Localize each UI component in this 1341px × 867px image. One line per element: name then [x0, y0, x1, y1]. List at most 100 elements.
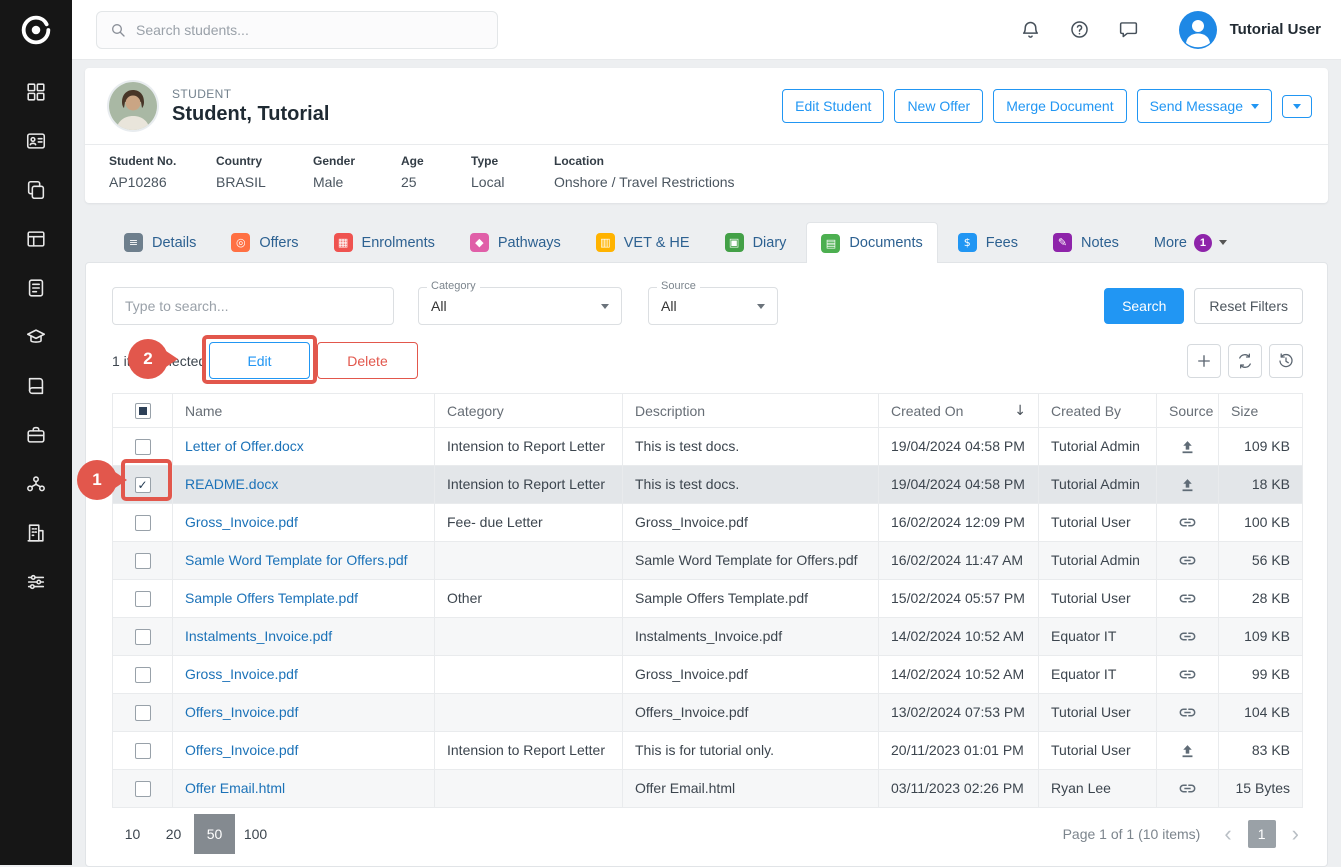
search-button[interactable]: Search	[1104, 288, 1184, 324]
sidebar-item-table[interactable]	[16, 223, 56, 257]
tab-offers[interactable]: ◎Offers	[216, 222, 313, 262]
header-more-actions-button[interactable]	[1282, 95, 1312, 118]
edit-student-button[interactable]: Edit Student	[782, 89, 884, 123]
document-link[interactable]: Instalments_Invoice.pdf	[185, 628, 332, 644]
info-label: Gender	[313, 154, 401, 169]
sidebar-item-organisation[interactable]	[16, 517, 56, 551]
next-page-button[interactable]: ›	[1288, 823, 1303, 845]
sidebar-item-book[interactable]	[16, 370, 56, 404]
student-info-student-no: Student No.AP10286	[109, 154, 216, 191]
column-header-name[interactable]: Name	[173, 394, 435, 428]
column-header-source[interactable]: Source	[1157, 394, 1219, 428]
student-search[interactable]	[96, 11, 498, 49]
tab-notes[interactable]: ✎Notes	[1038, 222, 1134, 262]
row-checkbox[interactable]	[135, 515, 151, 531]
document-link[interactable]: Offer Email.html	[185, 780, 285, 796]
student-info-country: CountryBRASIL	[216, 154, 313, 191]
table-row[interactable]: Gross_Invoice.pdfFee- due LetterGross_In…	[113, 504, 1303, 542]
page-size-20[interactable]: 20	[153, 814, 194, 854]
source-cell	[1157, 618, 1219, 656]
tab-pathways[interactable]: ◆Pathways	[455, 222, 576, 262]
page-size-50[interactable]: 50	[194, 814, 235, 854]
table-row[interactable]: Sample Offers Template.pdfOtherSample Of…	[113, 580, 1303, 618]
row-checkbox[interactable]	[135, 629, 151, 645]
sidebar-item-contacts[interactable]	[16, 125, 56, 159]
column-header-description[interactable]: Description	[623, 394, 879, 428]
document-link[interactable]: Sample Offers Template.pdf	[185, 590, 358, 606]
tab-label: Diary	[753, 235, 787, 251]
tab-fees[interactable]: $Fees	[943, 222, 1033, 262]
table-row[interactable]: Gross_Invoice.pdfGross_Invoice.pdf14/02/…	[113, 656, 1303, 694]
sidebar-item-copy[interactable]	[16, 174, 56, 208]
document-link[interactable]: Gross_Invoice.pdf	[185, 666, 298, 682]
refresh-button[interactable]	[1228, 344, 1262, 378]
current-page-button[interactable]: 1	[1248, 820, 1276, 848]
document-link[interactable]: Letter of Offer.docx	[185, 438, 304, 454]
history-button[interactable]	[1269, 344, 1303, 378]
row-checkbox[interactable]	[135, 781, 151, 797]
row-checkbox[interactable]	[135, 705, 151, 721]
table-row[interactable]: Letter of Offer.docxIntension to Report …	[113, 428, 1303, 466]
search-input[interactable]	[136, 22, 484, 38]
sidebar-item-invoice[interactable]	[16, 272, 56, 306]
chat-icon[interactable]	[1118, 19, 1139, 40]
sidebar-item-settings[interactable]	[16, 566, 56, 600]
send-message-button[interactable]: Send Message	[1137, 89, 1272, 123]
sidebar-item-agents[interactable]	[16, 468, 56, 502]
column-header-size[interactable]: Size	[1219, 394, 1303, 428]
row-checkbox[interactable]	[135, 553, 151, 569]
merge-document-button[interactable]: Merge Document	[993, 89, 1126, 123]
category-filter[interactable]: Category All	[418, 287, 622, 325]
column-header-created-by[interactable]: Created By	[1039, 394, 1157, 428]
delete-button[interactable]: Delete	[317, 342, 418, 379]
tab-vet-he[interactable]: ▥VET & HE	[581, 222, 705, 262]
row-checkbox[interactable]	[135, 591, 151, 607]
help-icon[interactable]	[1069, 19, 1090, 40]
select-all-checkbox[interactable]	[135, 403, 151, 419]
table-row[interactable]: README.docxIntension to Report LetterThi…	[113, 466, 1303, 504]
tab-enrolments[interactable]: ▦Enrolments	[319, 222, 450, 262]
document-link[interactable]: README.docx	[185, 476, 278, 492]
dashboard-icon	[25, 81, 47, 106]
add-document-button[interactable]	[1187, 344, 1221, 378]
sidebar-item-dashboard[interactable]	[16, 76, 56, 110]
row-checkbox[interactable]	[135, 743, 151, 759]
row-checkbox[interactable]	[135, 667, 151, 683]
table-row[interactable]: Offer Email.htmlOffer Email.html03/11/20…	[113, 770, 1303, 808]
tab-documents[interactable]: ▤Documents	[806, 222, 937, 263]
document-link[interactable]: Samle Word Template for Offers.pdf	[185, 552, 408, 568]
description-cell: Offer Email.html	[623, 770, 879, 808]
student-photo[interactable]	[109, 82, 157, 130]
table-row[interactable]: Samle Word Template for Offers.pdfSamle …	[113, 542, 1303, 580]
sidebar-item-courses[interactable]	[16, 321, 56, 355]
tab-more[interactable]: More 1	[1139, 222, 1242, 262]
settings-icon	[25, 571, 47, 596]
new-offer-button[interactable]: New Offer	[894, 89, 983, 123]
prev-page-button[interactable]: ‹	[1220, 823, 1235, 845]
column-header-created-on[interactable]: Created On↓	[879, 394, 1039, 428]
edit-button[interactable]: Edit	[209, 342, 310, 379]
document-link[interactable]: Offers_Invoice.pdf	[185, 742, 298, 758]
user-menu[interactable]: Tutorial User	[1179, 11, 1321, 49]
reset-filters-button[interactable]: Reset Filters	[1194, 288, 1303, 324]
document-link[interactable]: Gross_Invoice.pdf	[185, 514, 298, 530]
tab-diary[interactable]: ▣Diary	[710, 222, 802, 262]
column-header-category[interactable]: Category	[435, 394, 623, 428]
row-checkbox[interactable]	[135, 439, 151, 455]
documents-search-input[interactable]	[112, 287, 394, 325]
sidebar-item-briefcase[interactable]	[16, 419, 56, 453]
page-size-100[interactable]: 100	[235, 814, 276, 854]
table-row[interactable]: Offers_Invoice.pdfOffers_Invoice.pdf13/0…	[113, 694, 1303, 732]
notifications-bell-icon[interactable]	[1020, 19, 1041, 40]
tab-details[interactable]: ≡Details	[109, 222, 211, 262]
link-icon	[1178, 665, 1197, 684]
documents-table-body: Letter of Offer.docxIntension to Report …	[113, 428, 1303, 808]
source-filter[interactable]: Source All	[648, 287, 778, 325]
sidebar-nav	[16, 76, 56, 600]
table-row[interactable]: Offers_Invoice.pdfIntension to Report Le…	[113, 732, 1303, 770]
app-logo[interactable]	[0, 0, 72, 60]
document-link[interactable]: Offers_Invoice.pdf	[185, 704, 298, 720]
row-checkbox[interactable]	[135, 477, 151, 493]
page-size-10[interactable]: 10	[112, 814, 153, 854]
table-row[interactable]: Instalments_Invoice.pdfInstalments_Invoi…	[113, 618, 1303, 656]
